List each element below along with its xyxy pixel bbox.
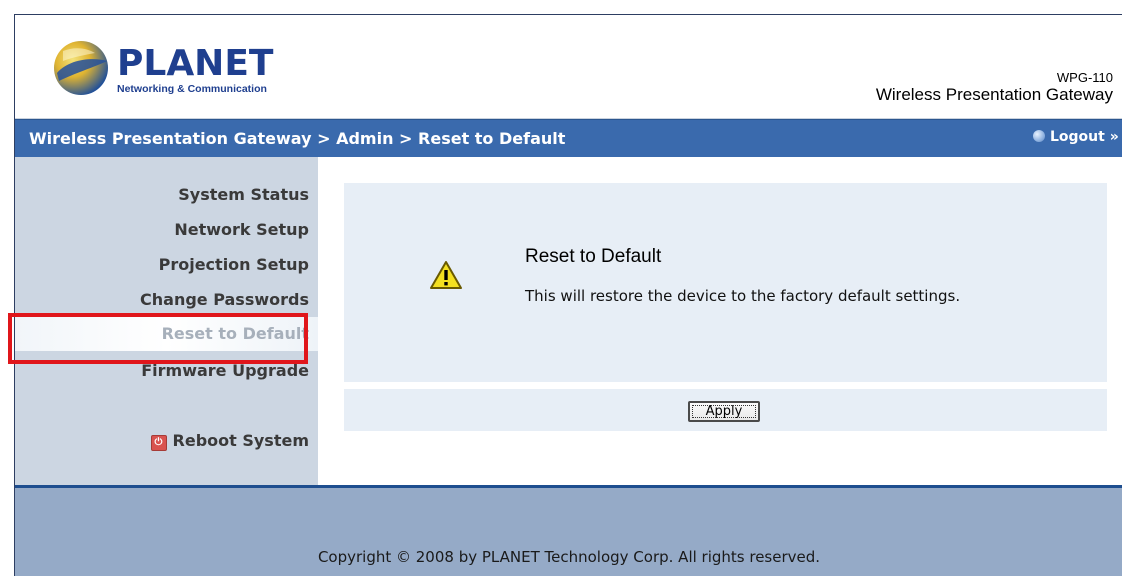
globe-icon xyxy=(1033,130,1045,142)
page-frame: PLANET Networking & Communication WPG-11… xyxy=(14,14,1122,576)
breadcrumb: Wireless Presentation Gateway > Admin > … xyxy=(29,129,566,148)
title-bar: Wireless Presentation Gateway > Admin > … xyxy=(15,119,1122,157)
sidebar-item-network-setup[interactable]: Network Setup xyxy=(15,220,309,239)
sidebar-item-projection-setup[interactable]: Projection Setup xyxy=(15,255,309,274)
apply-row: Apply xyxy=(344,389,1107,431)
panel-description: This will restore the device to the fact… xyxy=(525,287,961,305)
page-footer: Copyright © 2008 by PLANET Technology Co… xyxy=(15,485,1122,576)
product-model: WPG-110 xyxy=(1056,70,1113,85)
highlight-box xyxy=(8,313,308,364)
sidebar-item-change-passwords[interactable]: Change Passwords xyxy=(15,290,309,309)
reboot-system-link[interactable]: ⏻ Reboot System xyxy=(15,431,309,451)
sidebar-item-system-status[interactable]: System Status xyxy=(15,185,309,204)
reset-panel: Reset to Default This will restore the d… xyxy=(344,183,1107,382)
panel-title: Reset to Default xyxy=(525,246,662,267)
planet-logo: PLANET Networking & Communication xyxy=(54,41,274,95)
logout-label: Logout xyxy=(1050,129,1105,145)
product-name: Wireless Presentation Gateway xyxy=(875,85,1113,104)
reboot-label: Reboot System xyxy=(172,431,309,450)
svg-text:Networking & Communication: Networking & Communication xyxy=(117,83,267,95)
warning-icon xyxy=(430,261,462,289)
apply-button[interactable]: Apply xyxy=(688,401,760,422)
page-header: PLANET Networking & Communication WPG-11… xyxy=(15,15,1122,119)
power-icon: ⏻ xyxy=(150,435,167,451)
svg-text:PLANET: PLANET xyxy=(117,43,274,84)
logout-link[interactable]: Logout » xyxy=(1033,129,1119,145)
copyright-text: Copyright © 2008 by PLANET Technology Co… xyxy=(317,548,821,566)
